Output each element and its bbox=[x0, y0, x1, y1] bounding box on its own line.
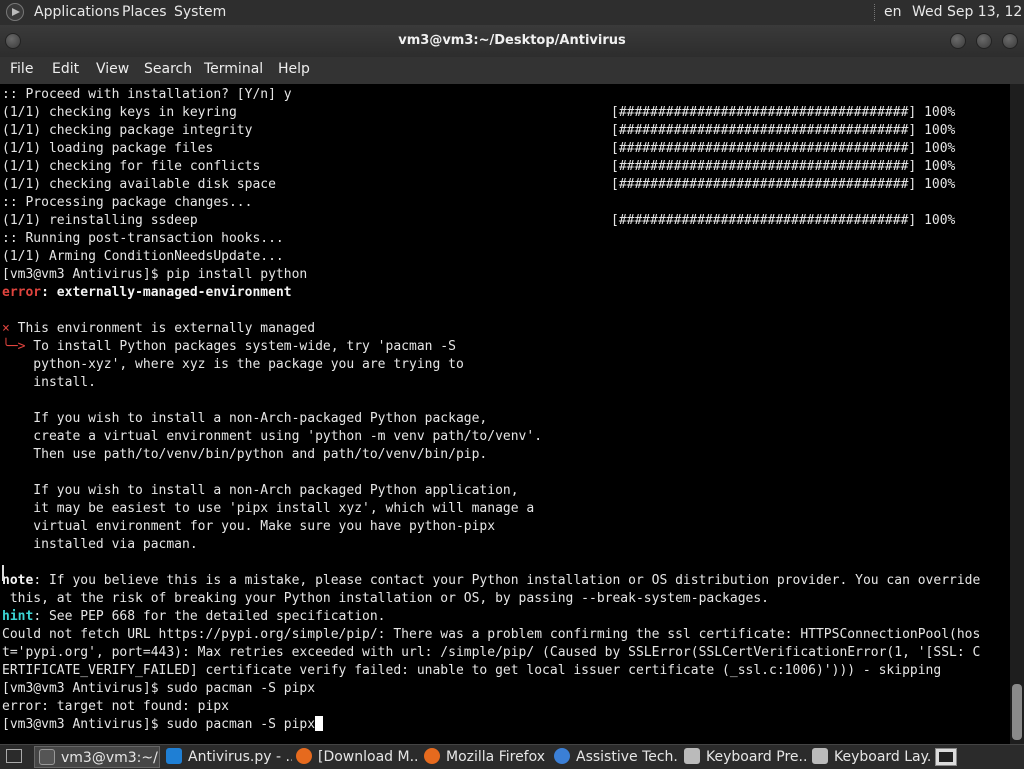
note-label: note bbox=[2, 573, 34, 588]
progress-bar-loading: [#####################################] … bbox=[611, 141, 956, 156]
terminal-line: create a virtual environment using 'pyth… bbox=[2, 429, 543, 444]
arrow-line: ╰─> To install Python packages system-wi… bbox=[2, 338, 456, 356]
language-indicator[interactable]: en bbox=[884, 0, 902, 25]
terminal-line: :: Running post-transaction hooks... bbox=[2, 231, 284, 246]
task-download[interactable]: [Download M... bbox=[296, 746, 418, 768]
task-keyboard-prefs[interactable]: Keyboard Pre... bbox=[684, 746, 806, 768]
hint-line: hint: See PEP 668 for the detailed speci… bbox=[2, 608, 386, 626]
keyboard-icon bbox=[684, 748, 700, 764]
task-label: Mozilla Firefox bbox=[446, 749, 546, 765]
firefox-icon bbox=[296, 748, 312, 764]
terminal-line: installed via pacman. bbox=[2, 537, 198, 552]
vscode-icon bbox=[166, 748, 182, 764]
maximize-icon[interactable] bbox=[976, 33, 992, 49]
terminal-line: t='pypi.org', port=443): Max retries exc… bbox=[2, 645, 981, 660]
menu-search[interactable]: Search bbox=[144, 57, 192, 84]
terminal-line: (1/1) Arming ConditionNeedsUpdate... bbox=[2, 249, 284, 264]
task-assistive[interactable]: Assistive Tech... bbox=[554, 746, 678, 768]
show-desktop-icon[interactable] bbox=[935, 748, 957, 766]
terminal-line: python-xyz', where xyz is the package yo… bbox=[2, 357, 464, 372]
system-menu[interactable]: System bbox=[174, 0, 226, 25]
terminal-line: ERTIFICATE_VERIFY_FAILED] certificate ve… bbox=[2, 663, 942, 678]
task-vscode[interactable]: Antivirus.py - ... bbox=[166, 746, 292, 768]
panel-separator bbox=[874, 4, 877, 21]
top-panel: Applications Places System en Wed Sep 13… bbox=[0, 0, 1024, 25]
progress-bar-conflicts: [#####################################] … bbox=[611, 159, 956, 174]
menu-terminal[interactable]: Terminal bbox=[204, 57, 263, 84]
command-prompt: [vm3@vm3 Antivirus]$ sudo pacman -S pipx bbox=[2, 717, 316, 732]
arrow-text: To install Python packages system-wide, … bbox=[25, 339, 456, 354]
clock[interactable]: Wed Sep 13, 12:30 bbox=[912, 0, 1024, 25]
task-label: Assistive Tech... bbox=[576, 749, 678, 765]
error-label: error bbox=[2, 285, 42, 300]
terminal-line: :: Proceed with installation? [Y/n] y bbox=[2, 87, 292, 102]
window-title: vm3@vm3:~/Desktop/Antivirus bbox=[398, 33, 626, 48]
terminal-icon bbox=[39, 749, 55, 765]
menu-edit[interactable]: Edit bbox=[52, 57, 79, 84]
progress-bar-keys: [#####################################] … bbox=[611, 105, 956, 120]
menu-view[interactable]: View bbox=[96, 57, 129, 84]
bullet-line: × This environment is externally managed bbox=[2, 320, 315, 338]
workspace-icon[interactable] bbox=[6, 749, 22, 763]
taskbar: vm3@vm3:~/... Antivirus.py - ... [Downlo… bbox=[0, 744, 1024, 769]
accessibility-icon bbox=[554, 748, 570, 764]
task-firefox[interactable]: Mozilla Firefox bbox=[424, 746, 548, 768]
keyboard-icon bbox=[812, 748, 828, 764]
progress-bar-reinstall: [#####################################] … bbox=[611, 213, 956, 228]
terminal-line: it may be easiest to use 'pipx install x… bbox=[2, 501, 535, 516]
terminal-line: [vm3@vm3 Antivirus]$ sudo pacman -S pipx bbox=[2, 681, 316, 696]
places-menu[interactable]: Places bbox=[122, 0, 167, 25]
task-keyboard-layout[interactable]: Keyboard Lay... bbox=[812, 746, 932, 768]
terminal-line: install. bbox=[2, 375, 96, 390]
firefox-icon bbox=[424, 748, 440, 764]
terminal-line: Then use path/to/venv/bin/python and pat… bbox=[2, 447, 488, 462]
terminal-line: [vm3@vm3 Antivirus]$ pip install python bbox=[2, 267, 308, 282]
terminal-line: :: Processing package changes... bbox=[2, 195, 253, 210]
distro-logo-icon[interactable] bbox=[6, 3, 24, 21]
close-icon[interactable] bbox=[1002, 33, 1018, 49]
ibeam-cursor-icon bbox=[2, 565, 4, 581]
progress-bar-diskspace: [#####################################] … bbox=[611, 177, 956, 192]
terminal-scrollbar[interactable] bbox=[1010, 84, 1024, 744]
note-line: note: If you believe this is a mistake, … bbox=[2, 572, 980, 590]
menu-help[interactable]: Help bbox=[278, 57, 310, 84]
task-label: Keyboard Lay... bbox=[834, 749, 932, 765]
error-bullet-icon: × bbox=[2, 321, 10, 336]
terminal-line: Could not fetch URL https://pypi.org/sim… bbox=[2, 627, 981, 642]
menubar: File Edit View Search Terminal Help bbox=[0, 57, 1024, 84]
task-terminal[interactable]: vm3@vm3:~/... bbox=[34, 746, 160, 768]
task-label: [Download M... bbox=[318, 749, 418, 765]
note-text: : If you believe this is a mistake, plea… bbox=[33, 573, 981, 588]
terminal-line: (1/1) loading package files bbox=[2, 141, 214, 156]
error-message: externally-managed-environment bbox=[56, 285, 292, 300]
terminal-line: (1/1) checking keys in keyring bbox=[2, 105, 237, 120]
terminal-line: (1/1) checking for file conflicts bbox=[2, 159, 261, 174]
command-prompt-line[interactable]: [vm3@vm3 Antivirus]$ sudo pacman -S pipx bbox=[2, 716, 324, 734]
task-label: Keyboard Pre... bbox=[706, 749, 806, 765]
terminal-line: this, at the risk of breaking your Pytho… bbox=[2, 591, 770, 606]
hint-text: : See PEP 668 for the detailed specifica… bbox=[33, 609, 386, 624]
terminal-output[interactable]: :: Proceed with installation? [Y/n] y (1… bbox=[0, 84, 1010, 744]
tree-arrow-icon: ╰─> bbox=[2, 339, 26, 354]
terminal-line: virtual environment for you. Make sure y… bbox=[2, 519, 496, 534]
task-label: Antivirus.py - ... bbox=[188, 749, 292, 765]
terminal-line: If you wish to install a non-Arch packag… bbox=[2, 483, 519, 498]
hint-label: hint bbox=[2, 609, 34, 624]
applications-menu[interactable]: Applications bbox=[34, 0, 120, 25]
terminal-line: This environment is externally managed bbox=[9, 321, 316, 336]
task-label: vm3@vm3:~/... bbox=[61, 750, 159, 766]
text-cursor bbox=[315, 716, 324, 731]
terminal-line: (1/1) checking package integrity bbox=[2, 123, 253, 138]
error-line: error: externally-managed-environment bbox=[2, 285, 292, 300]
minimize-icon[interactable] bbox=[950, 33, 966, 49]
progress-bar-integrity: [#####################################] … bbox=[611, 123, 956, 138]
menu-file[interactable]: File bbox=[10, 57, 33, 84]
terminal-line: (1/1) reinstalling ssdeep bbox=[2, 213, 198, 228]
window-titlebar[interactable]: vm3@vm3:~/Desktop/Antivirus bbox=[0, 25, 1024, 57]
scrollbar-thumb[interactable] bbox=[1012, 684, 1022, 740]
terminal-line: error: target not found: pipx bbox=[2, 699, 229, 714]
terminal-line: (1/1) checking available disk space bbox=[2, 177, 276, 192]
terminal-line: If you wish to install a non-Arch-packag… bbox=[2, 411, 488, 426]
